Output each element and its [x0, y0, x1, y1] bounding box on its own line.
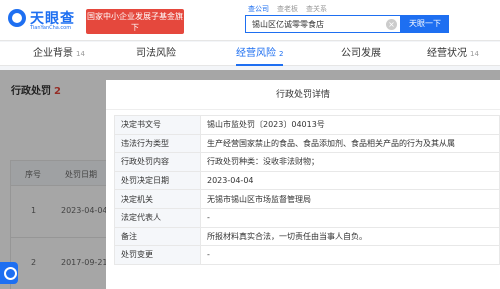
search-tabs: 查公司 查老板 查关系 [248, 4, 327, 14]
detail-label: 处罚决定日期 [114, 170, 201, 191]
search-button[interactable]: 天眼一下 [401, 15, 449, 33]
detail-row: 违法行为类型 生产经营国家禁止的食品、食品添加剂、食品相关产品的行为及其从属 [114, 133, 500, 154]
detail-row: 行政处罚内容 行政处罚种类：没收非法财物； [114, 152, 500, 172]
nav-tab-judicial-risk[interactable]: 司法风险 [136, 42, 179, 66]
detail-value: - [200, 207, 500, 228]
detail-value: 生产经营国家禁止的食品、食品添加剂、食品相关产品的行为及其从属 [200, 133, 500, 154]
detail-table: 决定书文号 锡山市监处罚〔2023〕04013号 违法行为类型 生产经营国家禁止… [114, 115, 500, 265]
promo-banner[interactable]: 国家中小企业发展子基金旗下 [86, 9, 184, 34]
detail-value: - [200, 245, 500, 265]
nav-tab-development[interactable]: 公司发展 [341, 42, 384, 66]
detail-value: 2023-04-04 [200, 170, 500, 191]
logo-domain: TianYanCha.com [30, 25, 72, 31]
main-nav: 企业背景 14 司法风险 经营风险 2 公司发展 经营状况 14 [0, 42, 500, 66]
detail-label: 决定书文号 [114, 115, 201, 135]
penalty-detail-modal: 行政处罚详情 决定书文号 锡山市监处罚〔2023〕04013号 违法行为类型 生… [106, 80, 500, 289]
search-input[interactable] [252, 18, 382, 31]
modal-title: 行政处罚详情 [106, 80, 500, 110]
search-box: × [245, 15, 401, 33]
search-tab-company[interactable]: 查公司 [248, 4, 269, 14]
detail-value: 所报材料真实合法，一切责任由当事人自负。 [200, 226, 500, 247]
detail-value: 无锡市锡山区市场监督管理局 [200, 189, 500, 209]
nav-tab-operations[interactable]: 经营状况 14 [427, 42, 479, 66]
nav-tab-count: 14 [470, 50, 479, 58]
detail-value: 行政处罚种类：没收非法财物； [200, 152, 500, 172]
nav-tab-label: 司法风险 [136, 48, 176, 59]
detail-label: 决定机关 [114, 189, 201, 209]
nav-tab-count: 2 [279, 50, 284, 58]
detail-row: 处罚变更 - [114, 245, 500, 265]
detail-label: 行政处罚内容 [114, 152, 201, 172]
logo-eye-icon [8, 9, 26, 27]
detail-label: 违法行为类型 [114, 133, 201, 154]
detail-label: 备注 [114, 226, 201, 247]
nav-tab-label: 经营风险 [236, 48, 276, 59]
nav-tab-business-risk[interactable]: 经营风险 2 [236, 42, 284, 66]
detail-value: 锡山市监处罚〔2023〕04013号 [200, 115, 500, 135]
logo[interactable]: 天眼查 TianYanCha.com [8, 6, 84, 34]
header: 天眼查 TianYanCha.com 国家中小企业发展子基金旗下 查公司 查老板… [0, 0, 500, 41]
detail-label: 法定代表人 [114, 207, 201, 228]
detail-row: 决定机关 无锡市锡山区市场监督管理局 [114, 189, 500, 209]
nav-tab-label: 公司发展 [341, 48, 381, 59]
nav-tab-label: 企业背景 [33, 48, 73, 59]
search-tab-relation[interactable]: 查关系 [306, 4, 327, 14]
detail-row: 法定代表人 - [114, 207, 500, 228]
search-tab-boss[interactable]: 查老板 [277, 4, 298, 14]
clear-icon[interactable]: × [386, 19, 397, 30]
detail-label: 处罚变更 [114, 245, 201, 265]
nav-tab-label: 经营状况 [427, 48, 467, 59]
nav-tab-count: 14 [76, 50, 85, 58]
detail-row: 决定书文号 锡山市监处罚〔2023〕04013号 [114, 115, 500, 135]
chat-assistant-icon[interactable] [0, 262, 18, 284]
detail-row: 处罚决定日期 2023-04-04 [114, 170, 500, 191]
nav-tab-background[interactable]: 企业背景 14 [33, 42, 85, 66]
detail-row: 备注 所报材料真实合法，一切责任由当事人自负。 [114, 226, 500, 247]
